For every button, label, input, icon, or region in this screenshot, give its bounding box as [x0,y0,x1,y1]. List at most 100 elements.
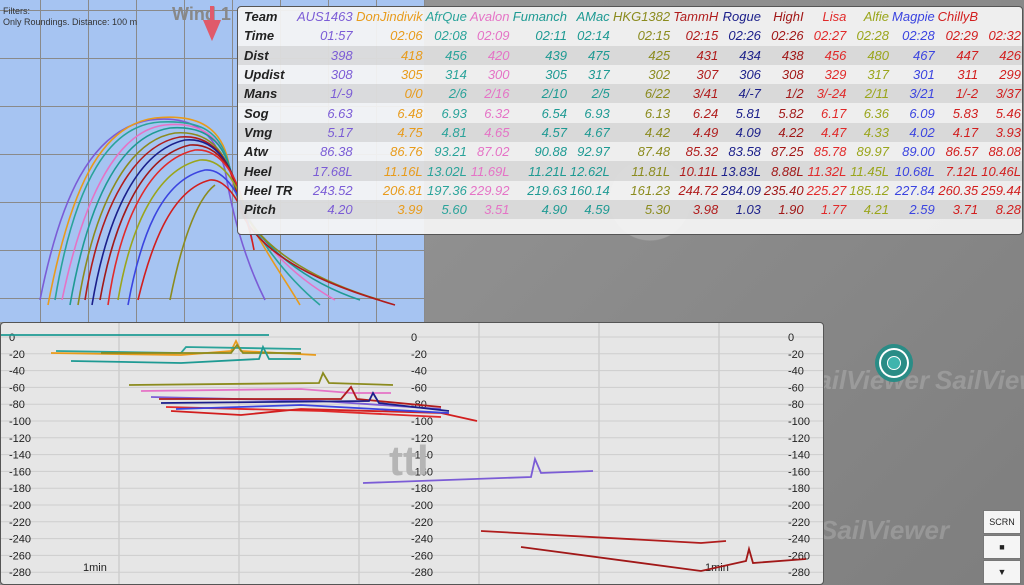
locate-button[interactable] [879,348,909,378]
table-cell: 89.00 [902,144,935,160]
team-name: HighI [773,9,804,25]
y-tick-label: -60 [411,382,427,394]
y-tick-label: -220 [411,517,433,529]
table-cell: 219.63 [527,182,567,198]
table-cell: 2/16 [484,86,510,102]
table-cell: 314 [445,67,467,83]
table-cell: 235.40 [763,182,804,198]
y-tick-label: -280 [788,567,810,579]
table-cell: 89.97 [856,144,890,160]
table-cell: 02:26 [771,28,804,44]
table-cell: 3/37 [995,86,1021,102]
table-cell: 02:28 [856,28,890,44]
table-cell: 6.13 [644,105,671,121]
chart-trace [128,370,394,386]
table-cell: 301 [912,67,935,83]
table-cell: 3.99 [397,202,423,218]
table-cell: 5.30 [644,202,671,218]
table-cell: 2.59 [909,202,935,218]
table-cell: 4.90 [541,202,567,218]
y-tick-label: -180 [788,483,810,495]
y-tick-label: -120 [9,433,31,445]
table-cell: 299 [999,67,1021,83]
table-cell: 6.36 [863,105,890,121]
table-cell: 2/10 [541,86,567,102]
table-cell: 260.35 [938,182,979,198]
table-cell: 302 [648,67,671,83]
table-cell: 1.90 [778,202,804,218]
table-cell: 4.02 [909,124,935,140]
table-cell: 6.09 [909,105,935,121]
y-tick-label: -80 [9,399,25,411]
table-cell: 307 [696,67,719,83]
table-cell: 02:29 [945,28,979,44]
table-cell: 6.48 [397,105,423,121]
table-row: Pitch 4.20 3.99 5.60 3.51 4.90 4.59 5.30 3.98 1.0… [238,199,1022,220]
table-cell: 4/-7 [738,86,761,102]
table-cell: 02:06 [390,28,423,44]
row-label: Vmg [244,124,273,140]
table-row: Heel 17.68L 11.16L 13.02L 11.69L 11.21L 12.62L… [238,161,1022,181]
time-chart[interactable]: 0 0 0 -20 -20 -20 -40 -40 -40 -60 -60 -60 -80 -80 -80-… [0,322,824,585]
table-cell: 2/6 [448,86,467,102]
table-cell: 02:15 [637,28,671,44]
table-cell: 88.08 [988,144,1021,160]
y-tick-label: -40 [788,366,804,378]
y-tick-label: -200 [411,500,433,512]
table-cell: 206.81 [382,182,423,198]
table-cell: 1/-9 [330,86,353,102]
table-cell: 0/0 [404,86,423,102]
table-cell: 456 [824,47,847,63]
table-cell: 284.09 [721,182,761,198]
table-cell: 87.02 [476,144,510,160]
team-name: Fumanch [512,9,567,25]
header-label: Team [244,9,278,25]
table-cell: 4.67 [584,124,610,140]
wind-arrow-icon [202,6,222,42]
scrn-button[interactable]: SCRN [983,510,1021,534]
table-cell: 02:11 [535,28,567,44]
team-name: Rogue [722,9,761,25]
table-cell: 86.76 [390,144,423,160]
y-tick-label: -260 [9,550,31,562]
table-cell: 11.32L [807,163,847,179]
table-cell: 398 [330,47,353,63]
table-cell: 11.45L [850,163,890,179]
table-cell: 11.16L [383,163,423,179]
table-cell: 6.63 [327,105,353,121]
table-row: Dist 398 418 456 420 439 475 425 431 434 438 456 480… [238,45,1022,65]
y-tick-label: -260 [411,550,433,562]
table-cell: 4.42 [644,124,671,140]
table-row: Time 01:57 02:06 02:08 02:09 02:11 02:14 02:15 0… [238,26,1022,45]
row-label: Updist [244,67,285,83]
table-cell: 1.03 [735,202,761,218]
table-header-row: Team AUS1463 DonJindivik AfrQue Avalon Fuman… [238,7,1022,26]
table-cell: 480 [867,47,890,63]
y-tick-label: -80 [788,399,804,411]
table-cell: 259.44 [981,182,1021,198]
table-cell: 161.23 [630,182,671,198]
table-cell: 4.21 [863,202,890,218]
y-tick-label: 0 [411,332,417,344]
table-cell: 10.68L [894,163,935,179]
save-icon[interactable]: ■ [983,535,1021,559]
table-cell: 5.46 [995,105,1021,121]
y-tick-label: -20 [788,349,804,361]
table-cell: 467 [912,47,935,63]
table-cell: 12.62L [569,163,610,179]
table-cell: 317 [867,67,890,83]
table-cell: 3/-24 [816,86,847,102]
team-name: AfrQue [425,9,467,25]
y-tick-label: -200 [9,500,31,512]
table-cell: 4.17 [952,124,979,140]
table-cell: 305 [545,67,567,83]
stats-table: Team AUS1463 DonJindivik AfrQue Avalon Fuman… [237,6,1023,235]
row-label: Pitch [244,202,276,218]
table-cell: 02:08 [434,28,467,44]
y-tick-label: -20 [9,349,25,361]
row-label: Sog [244,105,269,121]
table-cell: 02:15 [685,28,719,44]
filter-icon[interactable]: ▼ [983,560,1021,584]
y-tick-label: -240 [788,534,810,546]
y-tick-label: -140 [788,450,810,462]
